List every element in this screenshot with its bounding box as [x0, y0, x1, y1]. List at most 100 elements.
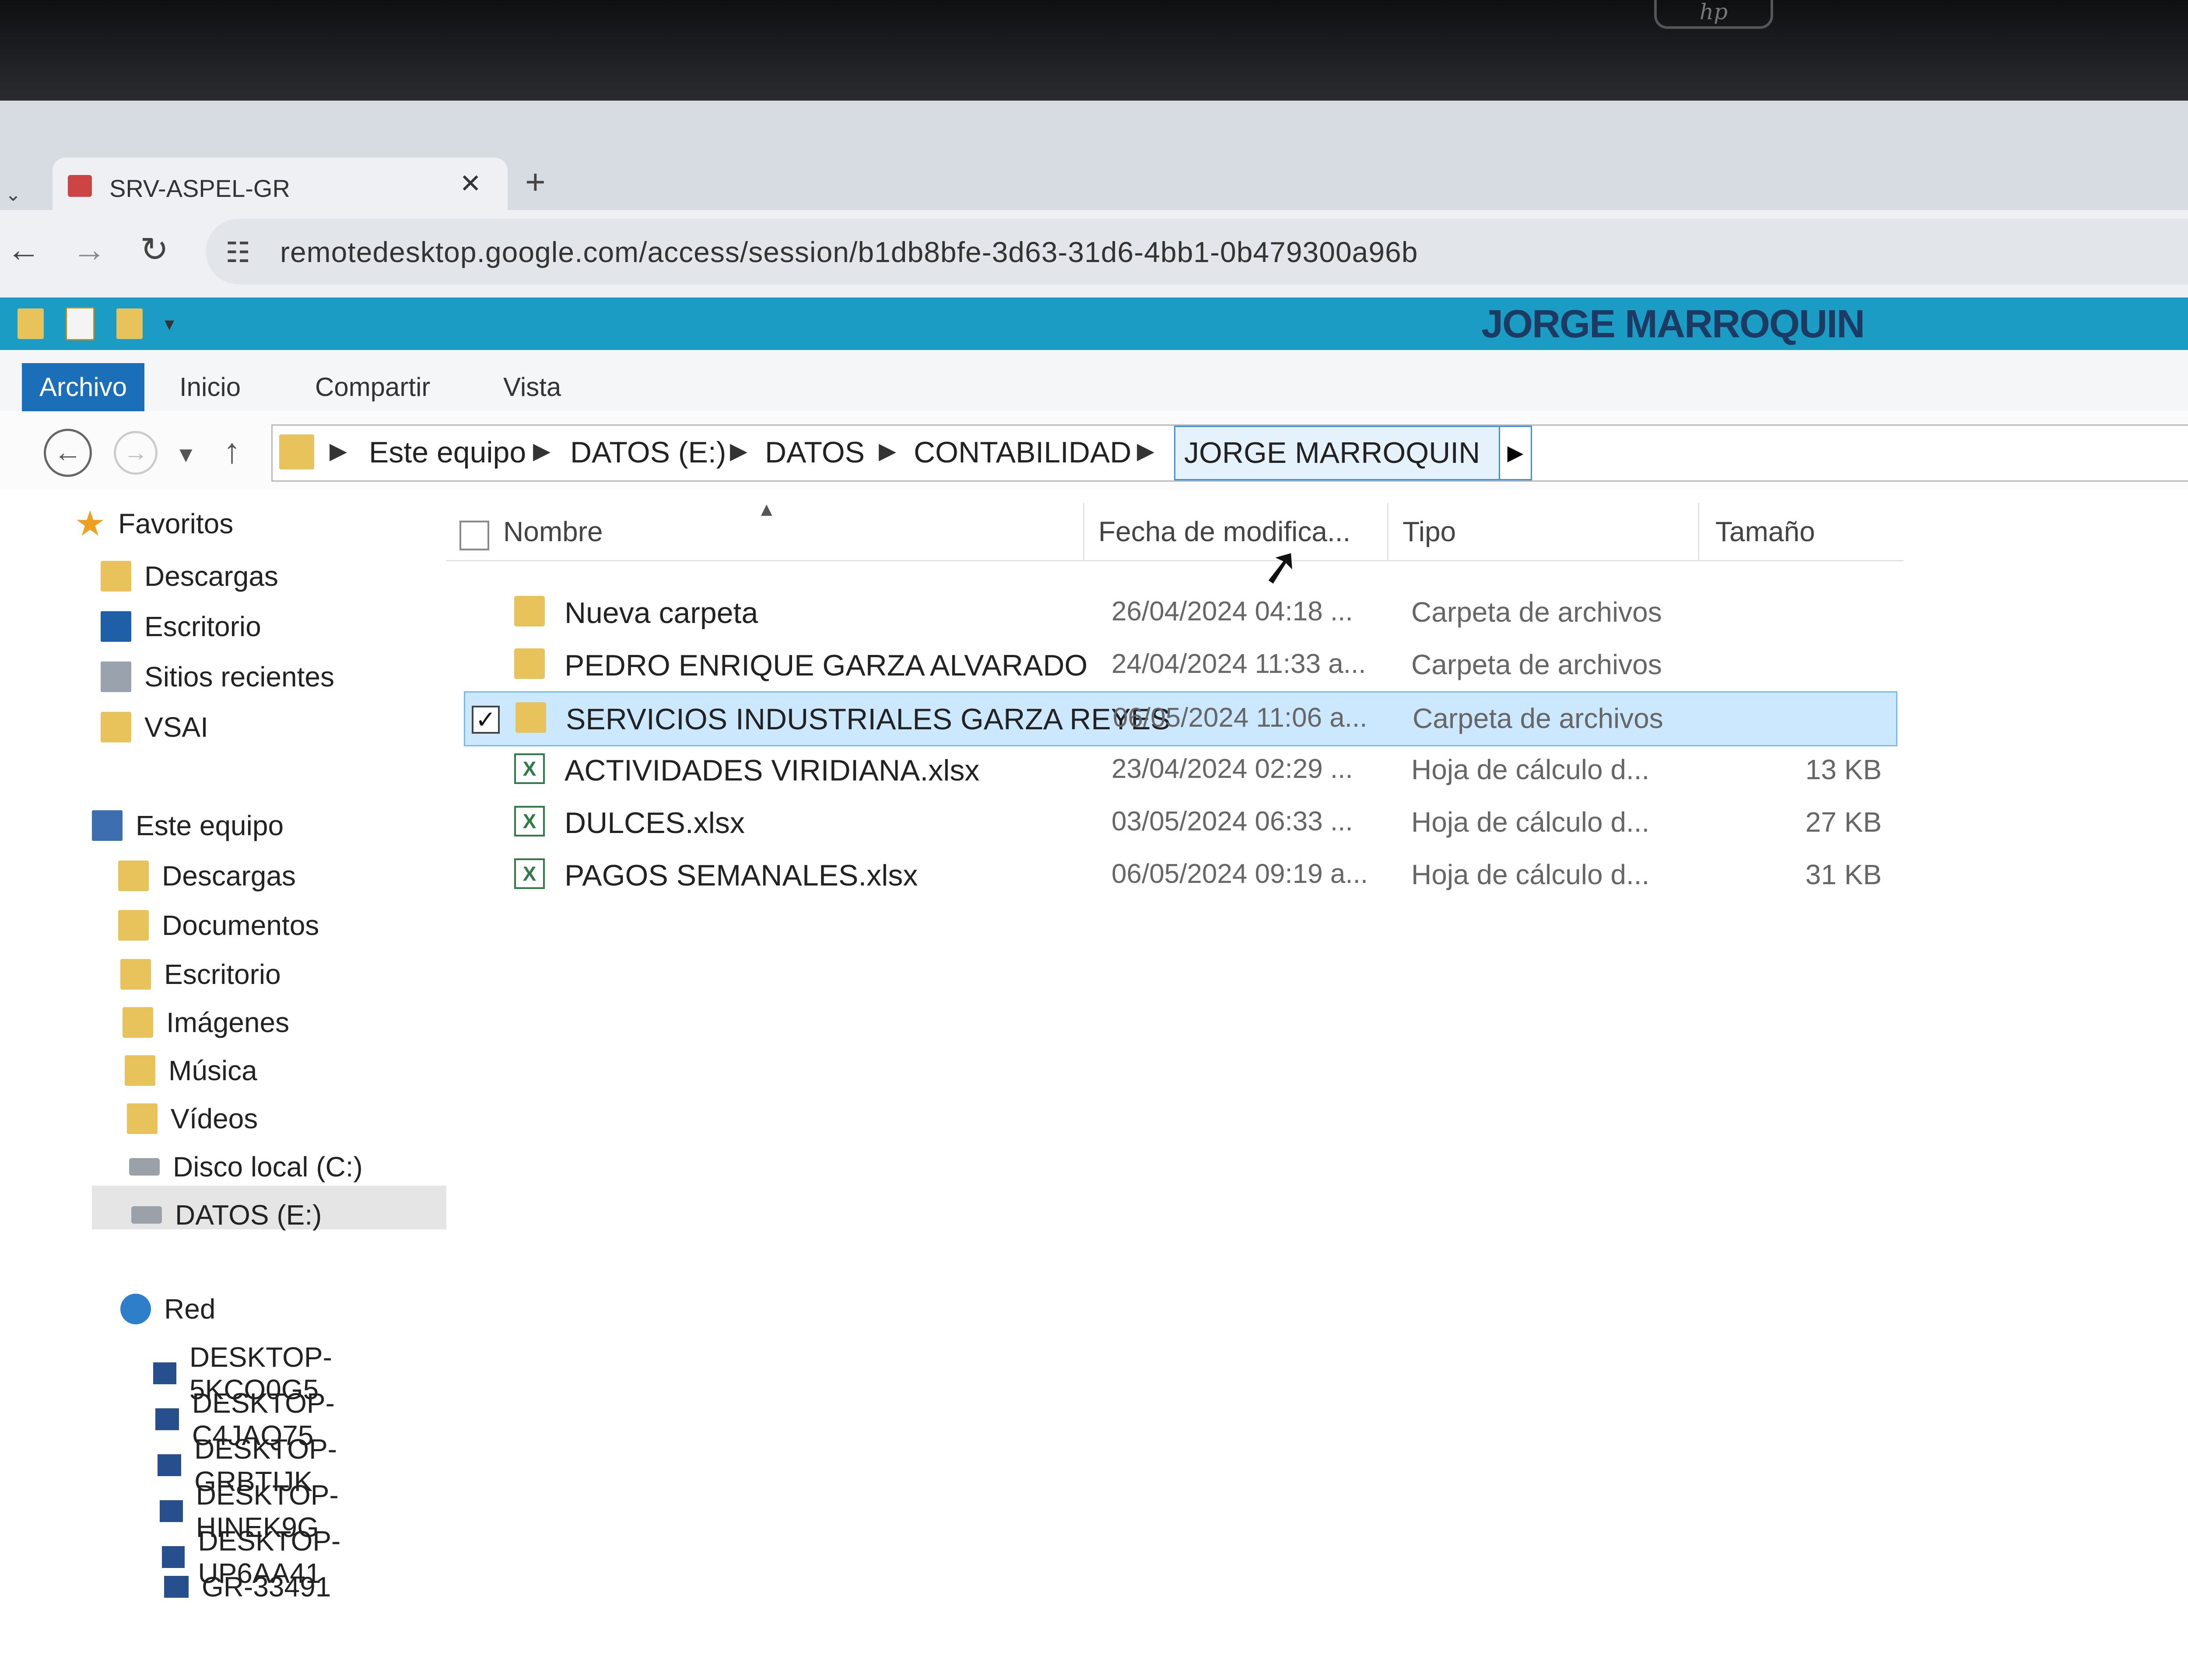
- nav-item-disco-local-c[interactable]: Disco local (C:): [129, 1151, 363, 1183]
- star-icon: ★: [74, 504, 106, 543]
- nav-item-musica[interactable]: Música: [125, 1054, 257, 1087]
- nav-item-imagenes[interactable]: Imágenes: [123, 1006, 289, 1039]
- file-type: Carpeta de archivos: [1411, 596, 1662, 628]
- breadcrumb-separator-icon[interactable]: ▶: [330, 438, 347, 464]
- recent-locations-chevron-icon[interactable]: ▼: [175, 442, 197, 467]
- downloads-folder-icon: [118, 861, 149, 891]
- nav-label: GR-33491: [202, 1571, 331, 1603]
- file-name: PAGOS SEMANALES.xlsx: [565, 859, 918, 892]
- computer-icon: [162, 1546, 185, 1568]
- select-all-checkbox[interactable]: [459, 521, 489, 550]
- nav-favoritos[interactable]: ★ Favoritos: [74, 504, 233, 543]
- videos-folder-icon: [127, 1103, 158, 1134]
- nav-item-videos[interactable]: Vídeos: [127, 1102, 258, 1135]
- file-name: PEDRO ENRIQUE GARZA ALVARADO: [565, 649, 1088, 682]
- nav-network-computer[interactable]: GR-33491: [164, 1571, 331, 1603]
- table-row[interactable]: ✓ SERVICIOS INDUSTRIALES GARZA REYES 06/05…: [464, 691, 1897, 746]
- up-arrow-icon[interactable]: ↑: [223, 431, 241, 471]
- column-divider[interactable]: [1698, 503, 1699, 560]
- table-row[interactable]: X DULCES.xlsx 03/05/2024 06:33 ... Hoja de …: [464, 796, 1895, 849]
- file-size: 31 KB: [1805, 859, 1882, 890]
- address-bar[interactable]: ☷ remotedesktop.google.com/access/sessio…: [206, 219, 2188, 284]
- documents-folder-icon: [118, 910, 149, 941]
- column-header-nombre[interactable]: Nombre: [503, 503, 1085, 560]
- tab-list-chevron-icon[interactable]: ⌄: [2, 184, 24, 206]
- nav-item-descargas-pc[interactable]: Descargas: [118, 860, 296, 892]
- nav-item-datos-e[interactable]: DATOS (E:): [131, 1199, 322, 1231]
- file-type: Hoja de cálculo d...: [1411, 754, 1650, 785]
- breadcrumb-separator-icon[interactable]: ▶: [879, 438, 896, 464]
- reload-icon[interactable]: ↻: [140, 230, 168, 270]
- table-row[interactable]: X ACTIVIDADES VIRIDIANA.xlsx 23/04/2024 02…: [464, 744, 1895, 796]
- hard-drive-icon: [129, 1158, 160, 1176]
- site-info-icon[interactable]: ☷: [225, 236, 250, 269]
- breadcrumb-datos[interactable]: DATOS: [765, 435, 865, 469]
- nav-item-escritorio[interactable]: Escritorio: [101, 610, 261, 643]
- tab-inicio[interactable]: Inicio: [162, 363, 258, 411]
- table-row[interactable]: PEDRO ENRIQUE GARZA ALVARADO 24/04/2024 1…: [464, 639, 1895, 691]
- file-type: Carpeta de archivos: [1413, 703, 1663, 734]
- ribbon: Archivo Inicio Compartir Vista: [0, 350, 2188, 413]
- properties-icon[interactable]: [66, 307, 95, 340]
- breadcrumb-separator-icon[interactable]: ▶: [533, 438, 551, 464]
- nav-item-sitios-recientes[interactable]: Sitios recientes: [101, 661, 334, 693]
- browser-toolbar: ← → ↻ ☷ remotedesktop.google.com/access/…: [0, 210, 2188, 298]
- column-header-fecha[interactable]: Fecha de modifica...: [1098, 503, 1392, 560]
- browser-tab[interactable]: SRV-ASPEL-GR ✕: [53, 158, 508, 219]
- breadcrumb-expand-icon[interactable]: ▶: [1499, 426, 1532, 480]
- tab-close-icon[interactable]: ✕: [459, 168, 481, 199]
- hard-drive-icon: [131, 1206, 162, 1224]
- back-arrow-icon[interactable]: ←: [44, 429, 92, 477]
- nav-item-vsai[interactable]: VSAI: [101, 711, 208, 743]
- breadcrumb-separator-icon[interactable]: ▶: [1137, 438, 1154, 464]
- forward-arrow-icon[interactable]: →: [72, 230, 106, 270]
- network-icon: [120, 1294, 151, 1324]
- file-type: Carpeta de archivos: [1411, 649, 1662, 680]
- back-arrow-icon[interactable]: ←: [7, 230, 41, 270]
- computer-icon: [164, 1576, 189, 1598]
- column-divider[interactable]: [1083, 503, 1084, 560]
- pictures-folder-icon: [123, 1007, 153, 1038]
- folder-icon[interactable]: [18, 308, 44, 339]
- nav-item-escritorio-pc[interactable]: Escritorio: [120, 958, 281, 990]
- tab-vista[interactable]: Vista: [486, 363, 579, 411]
- folder-icon: [514, 648, 545, 679]
- column-header-tipo[interactable]: Tipo: [1403, 503, 1700, 560]
- file-date: 26/04/2024 04:18 ...: [1112, 596, 1353, 626]
- nav-label: Escritorio: [144, 611, 261, 642]
- customize-chevron-icon[interactable]: ▾: [165, 313, 174, 335]
- tab-archivo[interactable]: Archivo: [22, 363, 145, 411]
- file-list: ▲ Nombre Fecha de modifica... Tipo Tamañ…: [446, 490, 2188, 1680]
- nav-red[interactable]: Red: [120, 1293, 215, 1325]
- nav-item-descargas[interactable]: Descargas: [101, 560, 278, 592]
- breadcrumb-current-label: JORGE MARROQUIN: [1184, 436, 1480, 469]
- row-checkbox[interactable]: ✓: [472, 706, 500, 734]
- new-folder-icon[interactable]: [116, 308, 143, 339]
- file-date: 24/04/2024 11:33 a...: [1112, 649, 1366, 679]
- explorer-address-row: ← → ▼ ↑ ▶ Este equipo ▶ DATOS (E:) ▶ DAT…: [0, 411, 2188, 490]
- breadcrumb-current[interactable]: JORGE MARROQUIN ▶: [1174, 426, 1532, 480]
- forward-arrow-icon[interactable]: →: [114, 431, 158, 475]
- new-tab-button[interactable]: +: [525, 162, 546, 202]
- nav-label: Escritorio: [164, 959, 281, 990]
- nav-item-documentos[interactable]: Documentos: [118, 909, 319, 942]
- file-name: SERVICIOS INDUSTRIALES GARZA REYES: [566, 703, 1171, 736]
- column-header-tamano[interactable]: Tamaño: [1715, 503, 1890, 560]
- nav-label: Descargas: [144, 560, 278, 592]
- breadcrumb-separator-icon[interactable]: ▶: [730, 438, 747, 464]
- excel-file-icon: X: [514, 753, 545, 784]
- excel-file-icon: X: [514, 806, 545, 836]
- breadcrumb-este-equipo[interactable]: Este equipo: [369, 435, 526, 469]
- column-header-row: ▲ Nombre Fecha de modifica... Tipo Tamañ…: [446, 499, 1904, 561]
- column-divider[interactable]: [1387, 503, 1389, 560]
- nav-este-equipo[interactable]: Este equipo: [92, 809, 284, 842]
- navigation-pane: ★ Favoritos Descargas Escritorio Sitios …: [26, 490, 473, 1680]
- tab-compartir[interactable]: Compartir: [298, 363, 448, 411]
- breadcrumb[interactable]: ▶ Este equipo ▶ DATOS (E:) ▶ DATOS ▶ CON…: [271, 424, 2188, 482]
- file-date: 06/05/2024 09:19 a...: [1112, 859, 1368, 889]
- table-row[interactable]: X PAGOS SEMANALES.xlsx 06/05/2024 09:19 a.…: [464, 849, 1895, 901]
- url-text[interactable]: remotedesktop.google.com/access/session/…: [280, 235, 1418, 269]
- breadcrumb-contabilidad[interactable]: CONTABILIDAD: [914, 435, 1131, 469]
- table-row[interactable]: Nueva carpeta 26/04/2024 04:18 ... Carpeta…: [464, 586, 1895, 639]
- breadcrumb-datos-e[interactable]: DATOS (E:): [570, 435, 726, 469]
